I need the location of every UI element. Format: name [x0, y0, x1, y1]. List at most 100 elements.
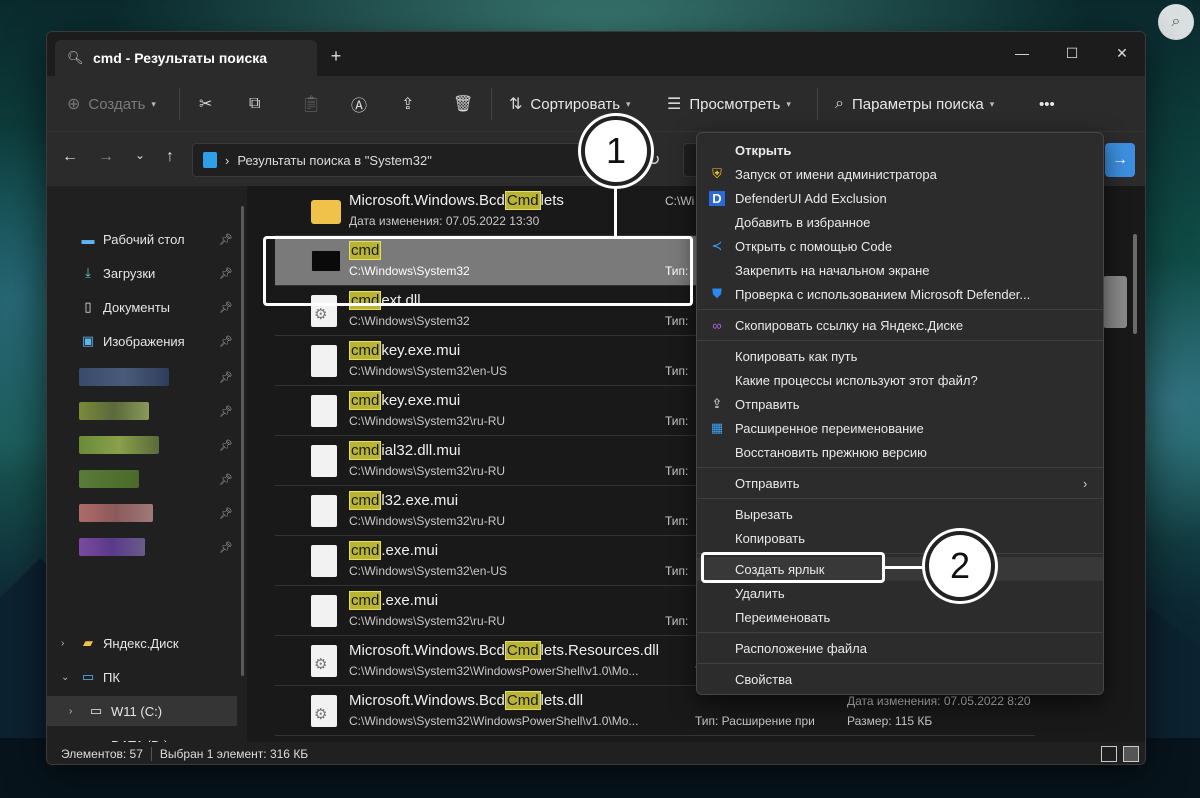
chevron-right-icon[interactable]: ›	[61, 638, 75, 649]
menu-item-send-to[interactable]: Отправить ›	[697, 471, 1103, 495]
menu-item-share[interactable]: ⇪ Отправить	[697, 392, 1103, 416]
address-bar[interactable]: › Результаты поиска в "System32"	[192, 143, 642, 177]
menu-item-label: Копировать как путь	[735, 348, 858, 364]
menu-item-add-favorites[interactable]: Добавить в избранное	[697, 210, 1103, 234]
minimize-button[interactable]: —	[1002, 40, 1042, 66]
context-menu: Открыть ⛨ Запуск от имени администратора …	[696, 132, 1104, 695]
menu-item-label: Переименовать	[735, 609, 831, 625]
menu-item-restore-version[interactable]: Восстановить прежнюю версию	[697, 440, 1103, 464]
picture-icon: ▣	[81, 333, 95, 348]
menu-item-rename[interactable]: Переименовать	[697, 605, 1103, 629]
menu-item-defenderui-exclusion[interactable]: D DefenderUI Add Exclusion	[697, 186, 1103, 210]
sidebar-pinned-blurred[interactable]: 📌︎	[47, 498, 237, 528]
sidebar-item-yandex-disk[interactable]: › ▰ Яндекс.Диск	[47, 628, 237, 658]
address-text: Результаты поиска в "System32"	[237, 152, 432, 168]
sidebar-item-label: ПК	[103, 669, 120, 685]
maximize-button[interactable]: ☐	[1052, 40, 1092, 66]
search-options-button[interactable]: ⌕ Параметры поиска ▾	[835, 92, 994, 116]
menu-item-defender-scan[interactable]: ⛊ Проверка с использованием Microsoft Def…	[697, 282, 1103, 306]
new-tab-button[interactable]: +	[325, 46, 347, 67]
pin-icon: 📌︎	[219, 439, 233, 452]
cut-button[interactable]: ✂	[199, 92, 220, 116]
sidebar-item-desktop[interactable]: ▬ Рабочий стол 📌︎	[47, 224, 237, 254]
sidebar-item-drive-c[interactable]: › ▭ W11 (C:)	[47, 696, 237, 726]
sidebar-pinned-blurred[interactable]: 📌︎	[47, 464, 237, 494]
dll-file-icon	[311, 645, 337, 677]
up-arrow-icon[interactable]: ↑	[159, 148, 181, 166]
menu-item-open[interactable]: Открыть	[697, 138, 1103, 162]
share-button[interactable]: ⇪	[401, 92, 422, 116]
sidebar-item-pictures[interactable]: ▣ Изображения 📌︎	[47, 326, 237, 356]
sidebar-pinned-blurred[interactable]: 📌︎	[47, 430, 237, 460]
menu-item-copy-path[interactable]: Копировать как путь	[697, 344, 1103, 368]
menu-item-properties[interactable]: Свойства	[697, 667, 1103, 691]
pin-icon: 📌︎	[219, 473, 233, 486]
chevron-down-icon[interactable]: ⌄	[61, 672, 75, 683]
plus-circle-icon: ⊕	[67, 96, 81, 113]
vscode-icon: ≺	[711, 238, 723, 253]
annotation-connector	[885, 566, 929, 569]
search-go-button[interactable]: →	[1105, 143, 1135, 177]
sort-button[interactable]: ⇅ Сортировать ▾	[509, 92, 631, 116]
menu-item-which-processes[interactable]: Какие процессы используют этот файл?	[697, 368, 1103, 392]
document-file-icon	[311, 345, 337, 377]
forward-arrow-icon[interactable]: →	[95, 148, 117, 166]
annotation-box-cmd	[263, 236, 693, 306]
lens-search-icon[interactable]: ⌕	[1158, 4, 1194, 40]
view-button[interactable]: ☰ Просмотреть ▾	[667, 92, 791, 116]
file-name: cmd l32.exe.mui	[349, 491, 459, 510]
copy-icon: ⧉	[249, 95, 261, 112]
sidebar-item-label: Рабочий стол	[103, 231, 185, 247]
menu-item-label: Копировать	[735, 530, 805, 546]
menu-item-cut[interactable]: Вырезать	[697, 502, 1103, 526]
tab-search-results[interactable]: 🔍︎ cmd - Результаты поиска	[55, 40, 317, 76]
menu-item-pin-start[interactable]: Закрепить на начальном экране	[697, 258, 1103, 282]
menu-item-power-rename[interactable]: ▦ Расширенное переименование	[697, 416, 1103, 440]
menu-item-yandex-link[interactable]: ∞ Скопировать ссылку на Яндекс.Диске	[697, 313, 1103, 337]
annotation-step-2: 2	[925, 531, 995, 601]
rename-button[interactable]: Ⓐ	[351, 92, 375, 116]
title-bar: 🔍︎ cmd - Результаты поиска + — ☐ ✕	[47, 32, 1145, 76]
copy-button[interactable]: ⧉	[249, 92, 268, 116]
close-button[interactable]: ✕	[1102, 40, 1142, 66]
sidebar-pinned-blurred[interactable]: 📌︎	[47, 396, 237, 426]
trash-icon: 🗑︎	[453, 96, 474, 113]
paste-button[interactable]: 📋︎	[301, 92, 329, 116]
document-file-icon	[311, 495, 337, 527]
menu-item-run-as-admin[interactable]: ⛨ Запуск от имени администратора	[697, 162, 1103, 186]
list-scrollbar-thumb[interactable]	[1103, 276, 1127, 328]
file-path: Дата изменения: 07.05.2022 13:30	[349, 214, 540, 228]
more-options-button[interactable]: •••	[1039, 92, 1055, 116]
back-arrow-icon[interactable]: ←	[59, 148, 81, 166]
menu-item-label: Закрепить на начальном экране	[735, 262, 930, 278]
sidebar-item-label: Загрузки	[103, 265, 156, 281]
chevron-right-icon[interactable]: ›	[69, 706, 83, 717]
sidebar-item-pc[interactable]: ⌄ ▭ ПК	[47, 662, 237, 692]
create-button[interactable]: ⊕ Создать ▾	[67, 92, 156, 116]
sidebar-item-documents[interactable]: ▯ Документы 📌︎	[47, 292, 237, 322]
list-scrollbar[interactable]	[1133, 234, 1137, 334]
sidebar-pinned-blurred[interactable]: 📌︎	[47, 362, 237, 392]
details-view-icon[interactable]	[1101, 746, 1117, 762]
file-path: C:\Windows\System32\ru-RU	[349, 514, 506, 528]
menu-item-label: Удалить	[735, 585, 785, 601]
desktop-icon: ▬	[81, 231, 95, 247]
status-bar: Элементов: 57 Выбран 1 элемент: 316 КБ	[47, 742, 1145, 764]
menu-item-copy[interactable]: Копировать	[697, 526, 1103, 550]
tiles-view-icon[interactable]	[1123, 746, 1139, 762]
sort-icon: ⇅	[509, 96, 523, 113]
sidebar-scrollbar[interactable]	[241, 206, 244, 676]
menu-item-label: Отправить	[735, 475, 800, 491]
file-path: C:\Windows\System32\en-US	[349, 364, 508, 378]
recent-chevron-icon[interactable]: ⌄	[129, 148, 151, 162]
menu-item-delete[interactable]: Удалить	[697, 581, 1103, 605]
menu-item-file-location[interactable]: Расположение файла	[697, 636, 1103, 660]
file-name: cmd key.exe.mui	[349, 391, 461, 410]
sidebar-item-downloads[interactable]: ⤓ Загрузки 📌︎	[47, 258, 237, 288]
menu-item-open-with-code[interactable]: ≺ Открыть с помощью Code	[697, 234, 1103, 258]
folder-icon: ▰	[83, 635, 93, 650]
document-file-icon	[311, 545, 337, 577]
delete-button[interactable]: 🗑︎	[453, 92, 481, 116]
pin-icon: 📌︎	[219, 405, 233, 418]
sidebar-pinned-blurred[interactable]: 📌︎	[47, 532, 237, 562]
